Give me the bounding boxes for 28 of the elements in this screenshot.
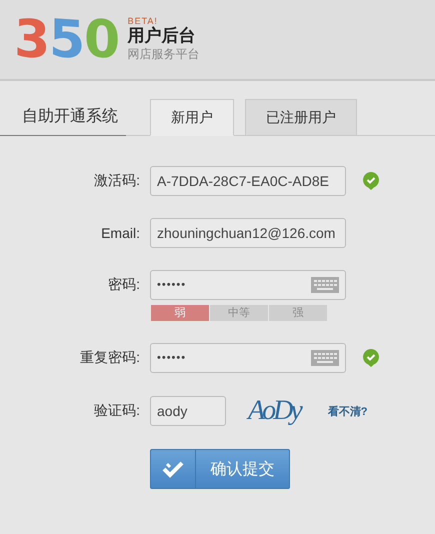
input-field[interactable]: A-7DDA-28C7-EA0C-AD8E xyxy=(150,166,346,196)
app-title: 用户后台 xyxy=(128,26,197,46)
refresh-captcha-link[interactable]: 看不清? xyxy=(328,404,368,418)
captcha-image: AoDy xyxy=(248,395,300,427)
field-label: 激活码: xyxy=(93,172,141,190)
strength-level: 强 xyxy=(269,305,327,321)
field-label: 验证码: xyxy=(93,402,141,420)
password-field[interactable]: •••••• xyxy=(150,270,346,300)
tab[interactable]: 新用户 xyxy=(150,99,234,136)
check-icon xyxy=(363,349,379,367)
strength-level: 中等 xyxy=(210,305,268,321)
app-subtitle: 网店服务平台 xyxy=(128,46,200,63)
strength-level: 弱 xyxy=(151,305,209,321)
keyboard-icon[interactable] xyxy=(311,350,339,366)
field-label: 密码: xyxy=(107,276,141,294)
logo-digit: 3 xyxy=(14,12,50,67)
section-heading: 自助开通系统 xyxy=(0,106,126,136)
password-field[interactable]: •••••• xyxy=(150,343,346,373)
captcha-field[interactable]: aody xyxy=(150,396,226,426)
field-label: Email: xyxy=(100,225,141,241)
field-label: 重复密码: xyxy=(79,349,141,367)
logo-digit: 0 xyxy=(84,12,120,67)
check-icon xyxy=(363,172,379,190)
beta-label: BETA! xyxy=(128,16,159,26)
keyboard-icon[interactable] xyxy=(311,277,339,293)
tab[interactable]: 已注册用户 xyxy=(245,99,357,136)
input-field[interactable]: zhouningchuan12@126.com xyxy=(150,218,346,248)
logo-digit: 5 xyxy=(49,12,84,67)
